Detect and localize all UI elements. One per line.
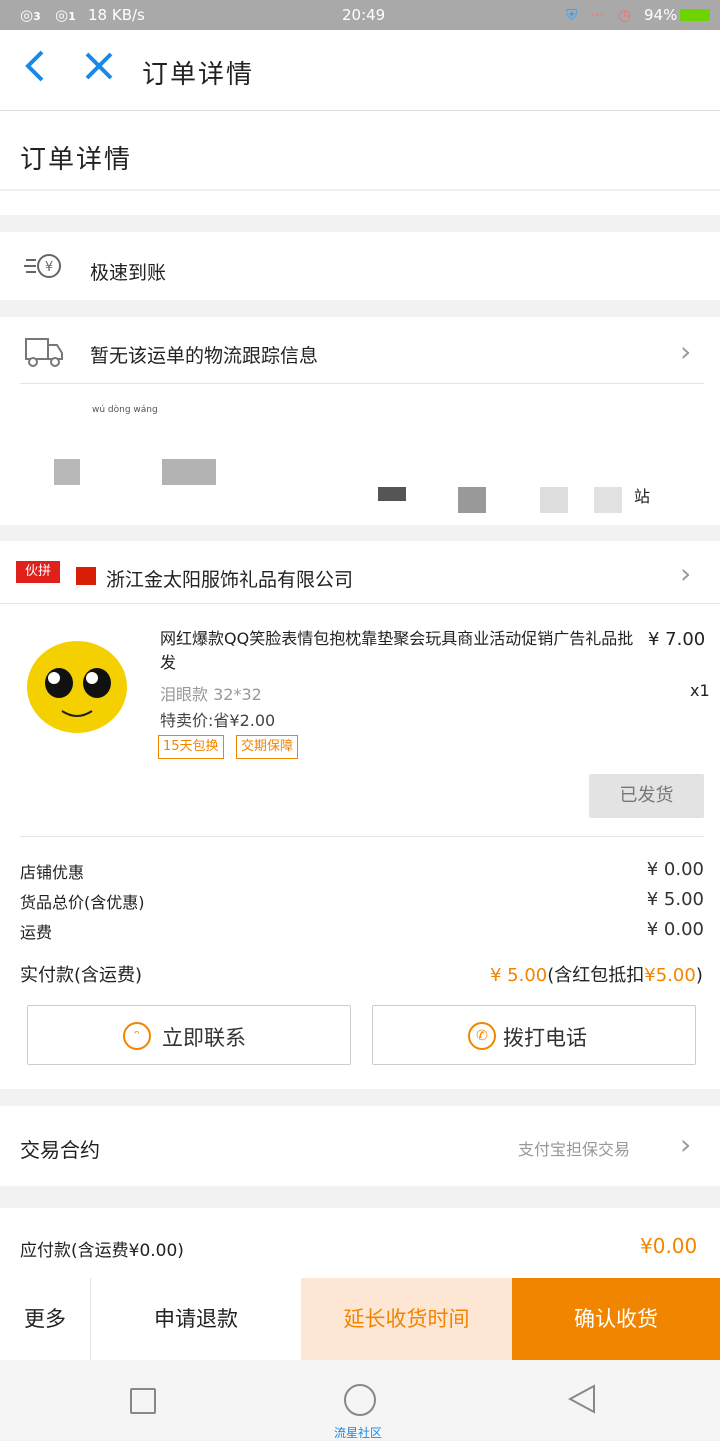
agreement-value: 支付宝担保交易 xyxy=(518,1140,631,1159)
chat-label: 立即联系 xyxy=(162,1026,246,1050)
goods-total-value: ¥ 5.00 xyxy=(646,889,704,910)
redacted-block xyxy=(594,487,622,513)
refund-label: 极速到账 xyxy=(90,262,167,284)
shop-discount-label: 店铺优惠 xyxy=(20,863,85,882)
dots-icon: ··· xyxy=(590,6,605,24)
divider xyxy=(20,836,704,837)
paid-label: 实付款(含运费) xyxy=(20,965,143,986)
page-title: 订单详情 xyxy=(20,145,133,175)
product-qty: x1 xyxy=(690,681,710,700)
back-arrow-icon[interactable] xyxy=(22,48,48,93)
status-bar: ◎3 ◎1 18 KB/s 20:49 ⛨ ··· ◷ 94% xyxy=(0,0,720,30)
paid-note-value: ¥5.00 xyxy=(644,965,696,986)
product-title[interactable]: 网红爆款QQ笑脸表情包抱枕靠垫聚会玩具商业活动促销广告礼品批发 xyxy=(160,627,638,675)
apply-refund-button[interactable]: 申请退款 xyxy=(91,1278,301,1360)
agreement-label: 交易合约 xyxy=(20,1138,100,1162)
tag-15day-exchange: 15天包换 xyxy=(158,735,224,759)
agreement-row[interactable]: 交易合约 支付宝担保交易 › xyxy=(0,1106,720,1186)
svg-text:¥: ¥ xyxy=(45,260,53,275)
alarm-icon: ◷ xyxy=(618,6,632,24)
group-buy-badge: 伙拼 xyxy=(16,561,60,583)
home-icon[interactable] xyxy=(344,1384,376,1416)
network-speed: 18 KB/s xyxy=(88,6,145,24)
order-card: 伙拼 浙江金太阳服饰礼品有限公司 › 网红爆款QQ笑脸表情包抱枕靠垫聚会玩具商业… xyxy=(0,541,720,1089)
logistics-card[interactable]: 暂无该运单的物流跟踪信息 › wú dòng wáng 站 xyxy=(0,317,720,525)
shipping-label: 运费 xyxy=(20,923,53,942)
phone-icon: ✆ xyxy=(468,1022,496,1050)
redacted-block xyxy=(378,487,406,501)
bottom-action-bar: 更多 申请退款 延长收货时间 确认收货 xyxy=(0,1278,720,1360)
shop-icon xyxy=(76,567,96,585)
product-discount: 特卖价:省¥2.00 xyxy=(160,711,276,730)
product-image[interactable] xyxy=(24,637,130,741)
close-icon[interactable] xyxy=(84,50,114,90)
logistics-label: 暂无该运单的物流跟踪信息 xyxy=(90,345,319,367)
shop-discount-value: ¥ 0.00 xyxy=(646,859,704,880)
extend-receipt-button[interactable]: 延长收货时间 xyxy=(301,1278,512,1360)
redacted-block xyxy=(540,487,568,513)
call-button[interactable]: ✆ 拨打电话 xyxy=(372,1005,696,1065)
paid-value: ¥ 5.00 xyxy=(490,965,548,986)
paid-amount: ¥ 5.00(含红包抵扣¥5.00) xyxy=(490,961,703,987)
confirm-receipt-button[interactable]: 确认收货 xyxy=(512,1278,720,1360)
more-button[interactable]: 更多 xyxy=(0,1278,91,1360)
station-suffix: 站 xyxy=(634,487,651,506)
shield-icon: ⛨ xyxy=(566,6,578,24)
product-spec: 泪眼款 32*32 xyxy=(160,685,262,704)
redacted-block xyxy=(458,487,486,513)
payable-label: 应付款(含运费¥0.00) xyxy=(20,1241,184,1261)
chevron-right-icon: › xyxy=(680,335,692,368)
tag-delivery-guarantee: 交期保障 xyxy=(236,735,299,759)
battery-level: 94% xyxy=(644,6,678,24)
battery-icon xyxy=(680,9,710,21)
chat-button[interactable]: ᵔ 立即联系 xyxy=(27,1005,351,1065)
app-name: 流星社区 xyxy=(334,1426,383,1440)
fast-money-icon: ¥ xyxy=(24,252,64,284)
paid-note-suffix: ) xyxy=(695,965,703,986)
payable-row: 应付款(含运费¥0.00) ¥0.00 xyxy=(0,1208,720,1278)
nav-bar: 订单详情 xyxy=(0,30,720,111)
chevron-right-icon: › xyxy=(680,557,692,590)
spacer xyxy=(0,190,720,215)
refund-row: ¥ 极速到账 xyxy=(0,232,720,300)
clock: 20:49 xyxy=(342,6,386,24)
shipping-value: ¥ 0.00 xyxy=(646,919,704,940)
redacted-block xyxy=(54,459,80,485)
back-triangle-icon[interactable] xyxy=(567,1384,596,1418)
redacted-block xyxy=(162,459,216,485)
payable-value: ¥0.00 xyxy=(640,1234,698,1258)
product-price: ¥ 7.00 xyxy=(648,629,706,650)
paid-note-prefix: (含红包抵扣 xyxy=(547,965,645,986)
call-label: 拨打电话 xyxy=(503,1026,587,1050)
page-header: 订单详情 xyxy=(0,111,720,189)
divider xyxy=(0,603,720,604)
system-nav-bar: 流星社区 xyxy=(0,1360,720,1440)
chat-icon: ᵔ xyxy=(123,1022,151,1050)
chevron-right-icon: › xyxy=(680,1128,692,1161)
nav-title: 订单详情 xyxy=(142,60,255,90)
goods-total-label: 货品总价(含优惠) xyxy=(20,893,145,912)
shop-name[interactable]: 浙江金太阳服饰礼品有限公司 xyxy=(106,565,353,592)
recent-apps-icon[interactable] xyxy=(130,1388,156,1414)
notification-icon: ◎1 xyxy=(55,6,76,24)
address-hint: wú dòng wáng xyxy=(92,405,158,415)
shipped-status-button[interactable]: 已发货 xyxy=(589,774,704,818)
truck-icon xyxy=(24,335,64,373)
notification-icon: ◎3 xyxy=(20,6,41,24)
divider xyxy=(20,383,704,384)
